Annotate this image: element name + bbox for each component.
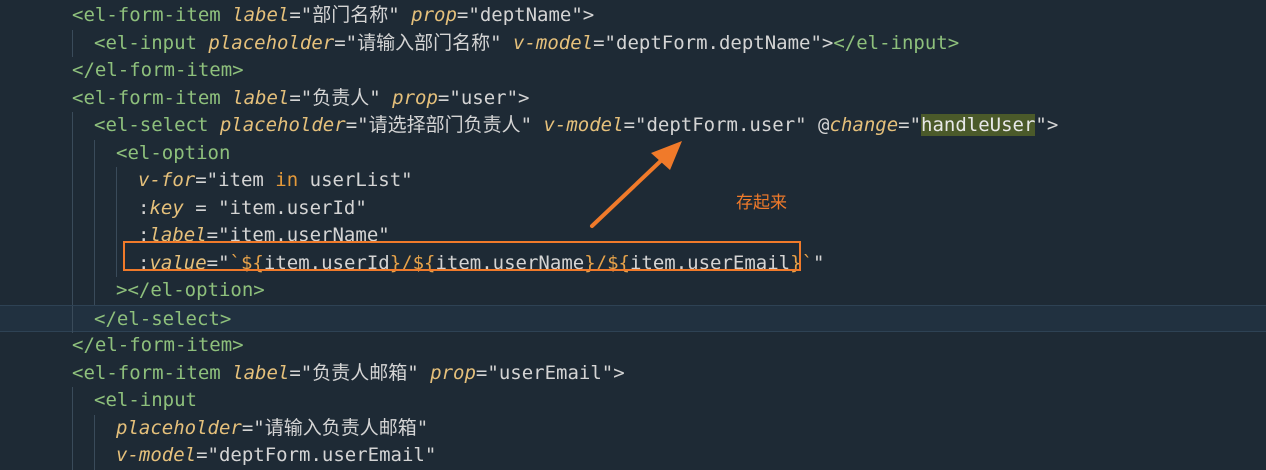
- annotation-arrow-icon: [590, 141, 682, 228]
- annotation-label: 存起来: [736, 193, 787, 213]
